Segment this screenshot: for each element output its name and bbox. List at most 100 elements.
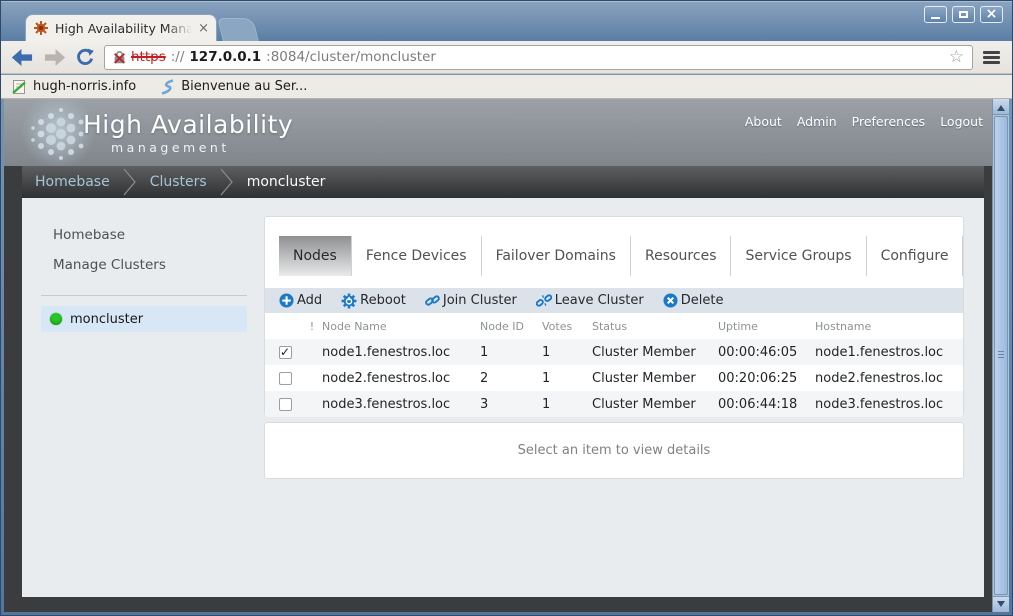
- note-pencil-icon: [11, 79, 27, 95]
- add-label: Add: [297, 293, 322, 308]
- cell-node-id: 1: [480, 345, 542, 360]
- sidebar-item-homebase[interactable]: Homebase: [53, 227, 125, 243]
- header-flag: !: [302, 320, 322, 333]
- tab-configure[interactable]: Configure: [867, 236, 964, 276]
- row-checkbox[interactable]: ✓: [279, 398, 292, 411]
- cell-hostname: node3.fenestros.loc: [815, 397, 963, 412]
- maximize-icon: [959, 11, 968, 18]
- row-checkbox[interactable]: ✓: [279, 372, 292, 385]
- reload-button[interactable]: [75, 47, 95, 67]
- browser-tab[interactable]: High Availability Manag ×: [25, 14, 217, 41]
- sidebar-item-manage-clusters[interactable]: Manage Clusters: [53, 257, 166, 273]
- table-row[interactable]: ✓ node2.fenestros.loc 2 1 Cluster Member…: [265, 365, 963, 391]
- tab-close-icon[interactable]: ×: [198, 22, 209, 35]
- back-button[interactable]: [11, 49, 34, 66]
- content-area: Homebase Manage Clusters moncluster Node…: [22, 198, 984, 597]
- close-button[interactable]: ×: [980, 6, 1003, 23]
- tab-bar: Nodes Fence Devices Failover Domains Res…: [279, 236, 963, 276]
- add-icon: [279, 293, 294, 308]
- tab-failover-domains[interactable]: Failover Domains: [482, 236, 631, 276]
- browser-menu-icon[interactable]: [982, 49, 1002, 66]
- sidebar-divider: [41, 295, 247, 296]
- sidebar-item-moncluster[interactable]: moncluster: [41, 306, 247, 332]
- tab-resources[interactable]: Resources: [631, 236, 732, 276]
- cluster-name: moncluster: [70, 312, 143, 327]
- join-cluster-label: Join Cluster: [443, 293, 517, 308]
- bookmark-bienvenue[interactable]: Bienvenue au Ser...: [160, 79, 307, 95]
- cell-node-name[interactable]: node1.fenestros.loc: [322, 345, 480, 360]
- scrollbar-thumb[interactable]: [994, 116, 1008, 595]
- reboot-label: Reboot: [360, 293, 406, 308]
- new-tab-button[interactable]: [217, 18, 259, 41]
- nav-about-link[interactable]: About: [745, 114, 782, 129]
- breadcrumb-homebase[interactable]: Homebase: [22, 174, 123, 190]
- minimize-icon: [931, 17, 940, 19]
- cell-votes: 1: [542, 397, 592, 412]
- scroll-up-button[interactable]: [993, 99, 1009, 115]
- tab-fence-devices[interactable]: Fence Devices: [352, 236, 482, 276]
- page-scrollbar[interactable]: [992, 99, 1009, 612]
- cell-node-name[interactable]: node2.fenestros.loc: [322, 371, 480, 386]
- bookmark-label: hugh-norris.info: [33, 79, 136, 94]
- cell-node-name[interactable]: node3.fenestros.loc: [322, 397, 480, 412]
- site-nav: About Admin Preferences Logout: [745, 114, 983, 129]
- tab-service-groups[interactable]: Service Groups: [731, 236, 866, 276]
- join-cluster-button[interactable]: Join Cluster: [425, 293, 517, 308]
- insecure-lock-icon: [113, 50, 126, 64]
- close-icon: ×: [986, 7, 998, 21]
- nav-logout-link[interactable]: Logout: [940, 114, 983, 129]
- scroll-down-button[interactable]: [993, 596, 1009, 612]
- header-status: Status: [592, 320, 718, 333]
- bookmark-star-icon[interactable]: ☆: [949, 49, 964, 66]
- url-host: 127.0.0.1: [189, 49, 261, 65]
- details-panel: Select an item to view details: [264, 422, 964, 479]
- scrollbar-grip-icon: [998, 349, 1004, 360]
- breadcrumb-clusters[interactable]: Clusters: [137, 174, 220, 190]
- cell-votes: 1: [542, 371, 592, 386]
- cell-hostname: node2.fenestros.loc: [815, 371, 963, 386]
- table-row[interactable]: ✓ node1.fenestros.loc 1 1 Cluster Member…: [265, 339, 963, 365]
- minimize-button[interactable]: [924, 6, 947, 23]
- leave-cluster-label: Leave Cluster: [555, 293, 644, 308]
- tab-title: High Availability Manag: [55, 21, 192, 36]
- maximize-button[interactable]: [952, 6, 975, 23]
- window-controls: ×: [924, 6, 1003, 23]
- url-scheme: https: [131, 49, 166, 65]
- site-subtitle: management: [111, 140, 230, 155]
- nav-admin-link[interactable]: Admin: [797, 114, 837, 129]
- titlebar[interactable]: High Availability Manag × ×: [1, 1, 1012, 41]
- cluster-online-status-icon: [50, 313, 62, 325]
- forward-button[interactable]: [43, 49, 66, 66]
- reboot-button[interactable]: Reboot: [341, 293, 406, 309]
- url-separator: ://: [171, 49, 185, 65]
- cell-status: Cluster Member: [592, 397, 718, 412]
- breadcrumb-current: moncluster: [234, 174, 339, 190]
- arrow-up-icon: [997, 101, 1005, 111]
- nav-preferences-link[interactable]: Preferences: [852, 114, 926, 129]
- nodes-panel: Nodes Fence Devices Failover Domains Res…: [264, 216, 964, 416]
- cell-uptime: 00:00:46:05: [718, 345, 815, 360]
- tab-nodes[interactable]: Nodes: [279, 236, 352, 276]
- add-button[interactable]: Add: [279, 293, 322, 308]
- header-votes: Votes: [542, 320, 592, 333]
- cell-status: Cluster Member: [592, 371, 718, 386]
- join-cluster-icon: [425, 293, 440, 308]
- site-title: High Availability: [83, 110, 293, 139]
- row-checkbox[interactable]: ✓: [279, 346, 292, 359]
- delete-button[interactable]: Delete: [663, 293, 724, 308]
- leave-cluster-button[interactable]: Leave Cluster: [536, 293, 644, 308]
- reboot-icon: [341, 293, 357, 309]
- url-bar[interactable]: https :// 127.0.0.1 :8084/cluster/moncluste…: [104, 45, 973, 70]
- leave-cluster-icon: [536, 293, 552, 308]
- check-icon: ✓: [280, 345, 290, 359]
- bookmark-hugh-norris[interactable]: hugh-norris.info: [11, 79, 136, 95]
- table-header-row: ! Node Name Node ID Votes Status Uptime …: [265, 314, 963, 339]
- url-path: :8084/cluster/moncluster: [266, 49, 436, 65]
- header-node-name: Node Name: [322, 320, 480, 333]
- chevron-right-icon: [123, 167, 137, 197]
- header-uptime: Uptime: [718, 320, 815, 333]
- cell-node-id: 2: [480, 371, 542, 386]
- delete-label: Delete: [681, 293, 724, 308]
- table-row[interactable]: ✓ node3.fenestros.loc 3 1 Cluster Member…: [265, 391, 963, 417]
- browser-window: High Availability Manag × × https:: [0, 0, 1013, 616]
